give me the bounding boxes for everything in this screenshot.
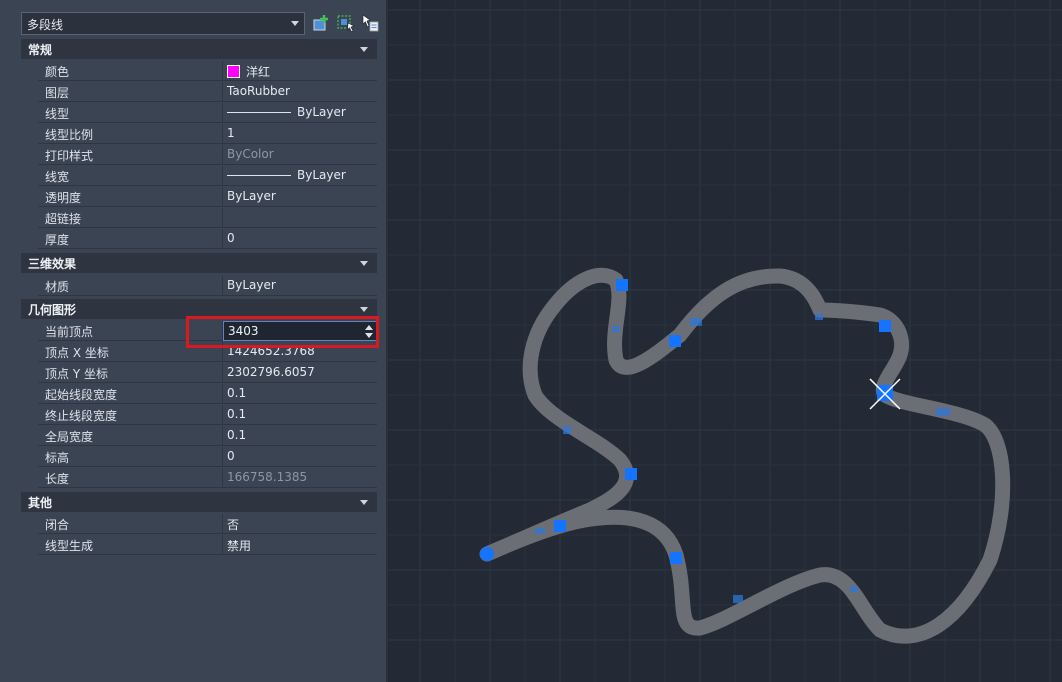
prop-value: ByLayer [227, 278, 276, 292]
prop-value: 2302796.6057 [227, 365, 315, 379]
prop-label: 全局宽度 [45, 430, 94, 444]
lineweight-sample [227, 175, 291, 176]
chevron-down-icon [360, 261, 368, 266]
toggle-pickadd-icon[interactable] [360, 13, 380, 33]
prop-label: 打印样式 [45, 149, 94, 163]
prop-row-closed[interactable]: 闭合 否 [21, 514, 377, 535]
prop-label: 线宽 [45, 170, 70, 184]
prop-label: 线型比例 [45, 128, 94, 142]
prop-value: 0 [227, 231, 235, 245]
chevron-down-icon [360, 500, 368, 505]
object-type-value: 多段线 [27, 18, 64, 32]
prop-label: 起始线段宽度 [45, 388, 118, 402]
color-swatch [227, 65, 240, 78]
prop-label: 闭合 [45, 518, 70, 532]
prop-label: 终止线段宽度 [45, 409, 118, 423]
prop-row-color[interactable]: 颜色 洋红 [21, 61, 377, 82]
prop-label: 当前顶点 [45, 325, 94, 339]
chevron-down-icon [360, 47, 368, 52]
prop-label: 线型 [45, 107, 70, 121]
prop-row-material[interactable]: 材质 ByLayer [21, 276, 377, 297]
prop-value: ByLayer [297, 168, 346, 182]
prop-label: 图层 [45, 86, 70, 100]
prop-label: 线型生成 [45, 539, 94, 553]
prop-row-length: 长度 166758.1385 [21, 468, 377, 489]
chevron-down-icon [291, 21, 299, 26]
prop-row-thickness[interactable]: 厚度 0 [21, 229, 377, 250]
section-misc[interactable]: 其他 [21, 492, 377, 512]
object-type-dropdown[interactable]: 多段线 [21, 12, 305, 35]
prop-row-linetype[interactable]: 线型 ByLayer [21, 103, 377, 124]
section-3d-effects-title: 三维效果 [28, 257, 77, 271]
prop-row-lineweight[interactable]: 线宽 ByLayer [21, 166, 377, 187]
prop-label: 颜色 [45, 65, 70, 79]
prop-row-linetype-gen[interactable]: 线型生成 禁用 [21, 535, 377, 556]
section-misc-title: 其他 [28, 496, 53, 510]
prop-value: 0.1 [227, 428, 247, 442]
prop-value: ByLayer [297, 105, 346, 119]
prop-row-layer[interactable]: 图层 TaoRubber [21, 82, 377, 103]
prop-row-elevation[interactable]: 标高 0 [21, 447, 377, 468]
section-geometry-title: 几何图形 [28, 303, 77, 317]
prop-value: 禁用 [227, 539, 252, 553]
prop-row-ltscale[interactable]: 线型比例 1 [21, 124, 377, 145]
quick-select-icon[interactable] [311, 13, 331, 33]
prop-value: 0.1 [227, 407, 247, 421]
prop-row-start-width[interactable]: 起始线段宽度 0.1 [21, 384, 377, 405]
prop-label: 顶点 Y 坐标 [45, 367, 108, 381]
prop-label: 长度 [45, 472, 70, 486]
chevron-down-icon [360, 307, 368, 312]
prop-value: 0 [227, 449, 235, 463]
polyline-shape[interactable] [479, 267, 1011, 644]
prop-value: 否 [227, 518, 240, 532]
prop-value: ByLayer [227, 189, 276, 203]
prop-label: 透明度 [45, 191, 82, 205]
prop-row-vertex-y[interactable]: 顶点 Y 坐标 2302796.6057 [21, 363, 377, 384]
prop-row-global-width[interactable]: 全局宽度 0.1 [21, 426, 377, 447]
prop-row-transparency[interactable]: 透明度 ByLayer [21, 187, 377, 208]
drawing-canvas[interactable] [388, 0, 1062, 682]
prop-value: ByColor [227, 147, 274, 161]
section-3d-effects[interactable]: 三维效果 [21, 253, 377, 273]
prop-value: TaoRubber [227, 84, 290, 98]
prop-label: 顶点 X 坐标 [45, 346, 109, 360]
prop-value: 166758.1385 [227, 470, 308, 484]
prop-label: 厚度 [45, 233, 70, 247]
prop-value: 1 [227, 126, 235, 140]
prop-row-plotstyle[interactable]: 打印样式 ByColor [21, 145, 377, 166]
prop-label: 超链接 [45, 212, 82, 226]
prop-label: 标高 [45, 451, 70, 465]
section-general[interactable]: 常规 [21, 39, 377, 59]
prop-value: 洋红 [246, 65, 271, 79]
model-space[interactable] [388, 0, 1062, 682]
prop-label: 材质 [45, 280, 70, 294]
prop-row-hyperlink[interactable]: 超链接 [21, 208, 377, 229]
properties-palette: 多段线 常规 颜色 洋红 图层 TaoRubber 线型 ByLayer 线型比… [0, 0, 388, 682]
highlight-annotation [186, 316, 379, 348]
section-general-title: 常规 [28, 43, 53, 57]
prop-row-end-width[interactable]: 终止线段宽度 0.1 [21, 405, 377, 426]
select-objects-icon[interactable] [336, 13, 356, 33]
linetype-sample [227, 112, 291, 113]
prop-value: 0.1 [227, 386, 247, 400]
